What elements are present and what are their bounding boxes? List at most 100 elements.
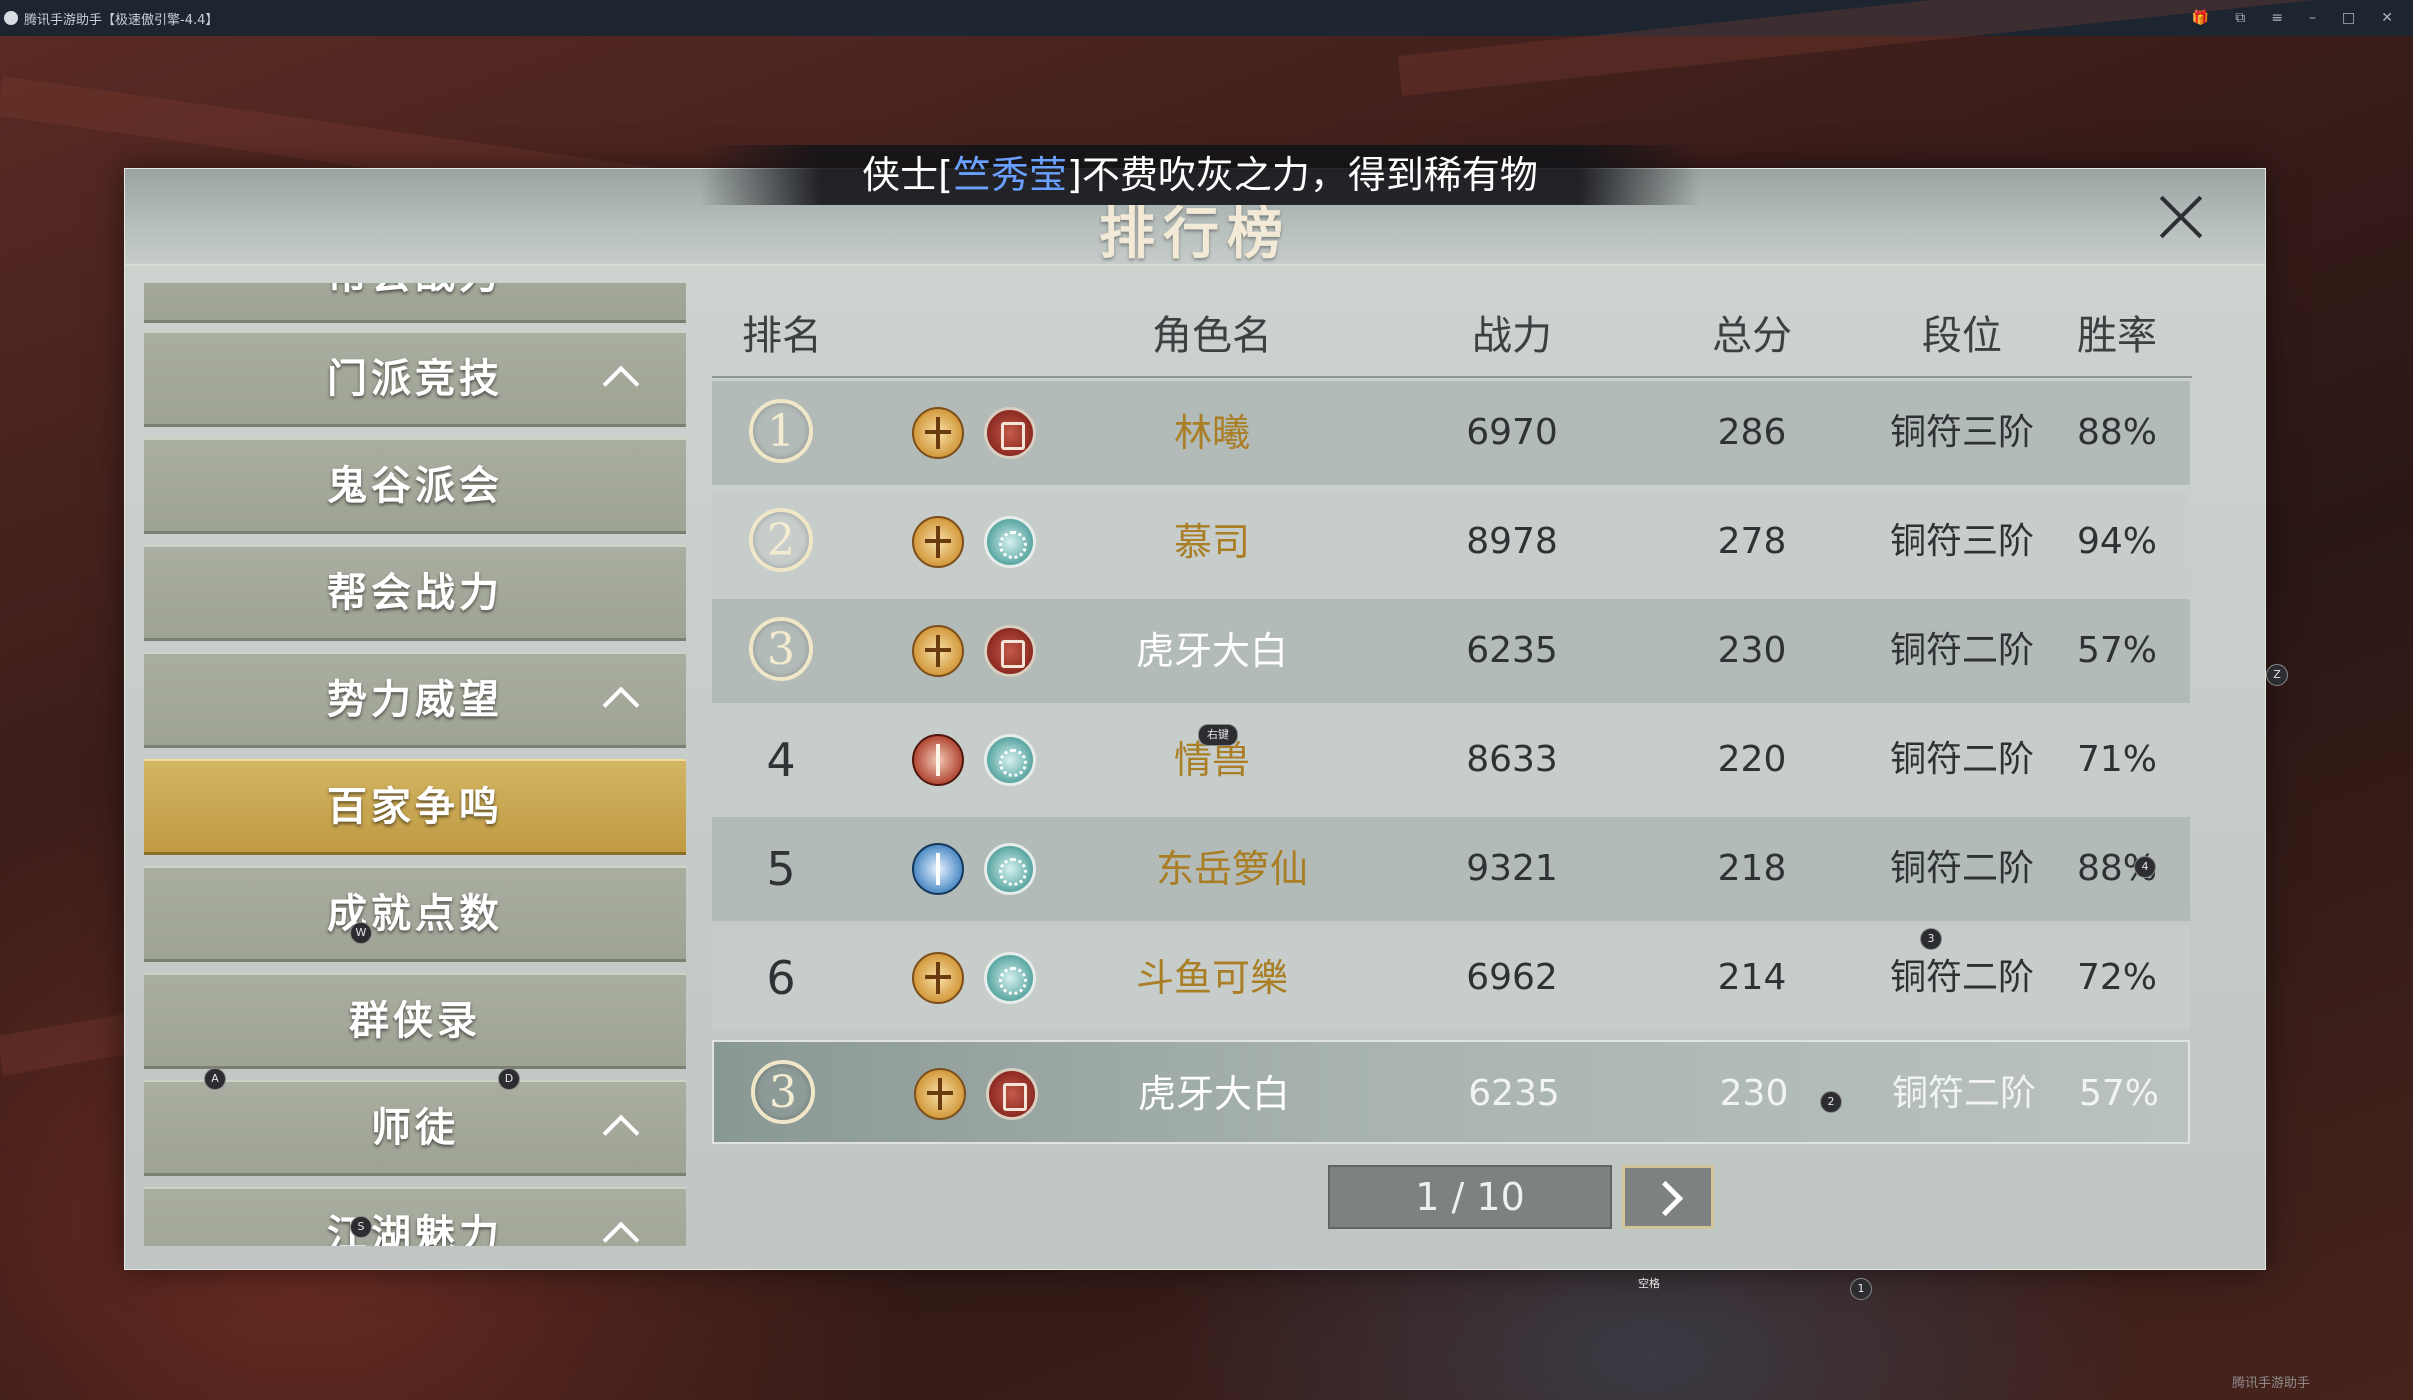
tier-value: 铜符二阶 — [1889, 957, 2034, 998]
rank-medal: 3 — [749, 617, 813, 681]
header-score: 总分 — [1712, 313, 1792, 359]
key-hint-badge: A — [204, 1068, 226, 1090]
key-hint-badge: 3 — [1920, 928, 1942, 950]
faction-seal-icon — [984, 843, 1036, 895]
player-name[interactable]: 东岳箩仙 — [1072, 817, 1392, 921]
key-hint-badge: 1 — [1850, 1278, 1872, 1300]
faction-seal-icon — [984, 407, 1036, 459]
winrate-value: 88% — [2076, 412, 2157, 453]
chevron-up-icon — [602, 1114, 640, 1152]
chevron-up-icon — [602, 1221, 640, 1246]
key-hint-badge: S — [350, 1216, 372, 1238]
school-emblem-icon — [912, 407, 964, 459]
score-value: 214 — [1717, 957, 1787, 998]
category-sidebar[interactable]: 帮会战力 门派竞技 鬼谷派会 帮会战力 势力威望 百家争鸣 成就点数 群侠录 师… — [144, 283, 686, 1246]
header-winrate: 胜率 — [2077, 313, 2157, 359]
header-power: 战力 — [1472, 313, 1552, 359]
faction-seal-icon — [984, 625, 1036, 677]
table-row[interactable]: 2 慕司 8978 278 铜符三阶 94% — [712, 490, 2190, 594]
sidebar-item-label: 帮会战力 — [327, 283, 503, 298]
sidebar-item-label: 鬼谷派会 — [327, 462, 503, 509]
chevron-up-icon — [602, 365, 640, 403]
rank-number: 4 — [766, 733, 796, 787]
sidebar-item-hundred-schools[interactable]: 百家争鸣 — [144, 759, 686, 855]
minimize-icon[interactable]: – — [2309, 10, 2316, 26]
player-name[interactable]: 斗鱼可樂 — [1052, 926, 1372, 1030]
score-value: 218 — [1717, 848, 1787, 889]
school-emblem-icon — [912, 734, 964, 786]
table-row[interactable]: 1 林曦 6970 286 铜符三阶 88% — [712, 381, 2190, 485]
player-name[interactable]: 虎牙大白 — [1054, 1042, 1374, 1146]
tier-value: 铜符二阶 — [1889, 630, 2034, 671]
power-value: 8978 — [1466, 521, 1558, 562]
score-value: 278 — [1717, 521, 1787, 562]
power-value: 6235 — [1466, 630, 1558, 671]
table-row[interactable]: 5 东岳箩仙 9321 218 铜符二阶 88% — [712, 817, 2190, 921]
maximize-icon[interactable]: □ — [2342, 10, 2355, 26]
rank-medal: 3 — [751, 1060, 815, 1124]
faction-seal-icon — [986, 1068, 1038, 1120]
header-tier: 段位 — [1922, 313, 2002, 359]
window-title: 腾讯手游助手【极速傲引擎-4.4】 — [24, 12, 219, 28]
header-name: 角色名 — [1152, 313, 1272, 359]
sidebar-item-guigu[interactable]: 鬼谷派会 — [144, 438, 686, 534]
winrate-value: 72% — [2076, 957, 2157, 998]
power-value: 9321 — [1466, 848, 1558, 889]
table-row[interactable]: 6 斗鱼可樂 6962 214 铜符二阶 72% — [712, 926, 2190, 1030]
key-hint-badge: 右键 — [1198, 724, 1238, 746]
my-rank-row[interactable]: 3 虎牙大白 6235 230 铜符二阶 57% — [712, 1040, 2190, 1144]
notice-banner: 侠士[竺秀莹]不费吹灰之力，得到稀有物 — [700, 145, 1700, 205]
close-window-icon[interactable]: ✕ — [2381, 10, 2393, 26]
header-rank: 排名 — [742, 313, 822, 359]
player-name[interactable]: 虎牙大白 — [1052, 599, 1372, 703]
faction-seal-icon — [984, 734, 1036, 786]
sidebar-item-achievement-points[interactable]: 成就点数 — [144, 866, 686, 962]
sidebar-item-label: 百家争鸣 — [327, 783, 503, 830]
power-value: 8633 — [1466, 739, 1558, 780]
school-emblem-icon — [914, 1068, 966, 1120]
school-emblem-icon — [912, 843, 964, 895]
school-emblem-icon — [912, 625, 964, 677]
school-emblem-icon — [912, 516, 964, 568]
screenshot-icon[interactable]: ⧉ — [2235, 10, 2245, 26]
tier-value: 铜符三阶 — [1889, 412, 2034, 453]
rank-number: 6 — [766, 951, 796, 1005]
sidebar-item-label: 势力威望 — [327, 676, 503, 723]
banner-prefix: 侠士[ — [862, 153, 953, 197]
key-hint-badge: D — [498, 1068, 520, 1090]
next-page-button[interactable] — [1622, 1165, 1714, 1229]
sidebar-item-faction-prestige[interactable]: 势力威望 — [144, 652, 686, 748]
player-name[interactable]: 慕司 — [1052, 490, 1372, 594]
menu-icon[interactable]: ≡ — [2271, 10, 2283, 26]
close-button[interactable] — [2155, 191, 2207, 243]
sidebar-item-label: 群侠录 — [349, 997, 481, 1044]
sidebar-item-guild-power[interactable]: 帮会战力 — [144, 545, 686, 641]
tier-value: 铜符二阶 — [1891, 1073, 2036, 1114]
sidebar-item-guild-power-top[interactable]: 帮会战力 — [144, 283, 686, 323]
sidebar-item-label: 门派竞技 — [327, 355, 503, 402]
sidebar-item-jianghu-charm[interactable]: 江湖魅力 — [144, 1187, 686, 1246]
winrate-value: 57% — [2076, 630, 2157, 671]
rank-medal: 2 — [749, 508, 813, 572]
key-hint-badge: 4 — [2134, 856, 2156, 878]
key-hint-badge: 2 — [1820, 1091, 1842, 1113]
rank-medal: 1 — [749, 399, 813, 463]
sidebar-item-label: 帮会战力 — [327, 569, 503, 616]
sidebar-item-label: 师徒 — [371, 1104, 459, 1151]
winrate-value: 71% — [2076, 739, 2157, 780]
winrate-value: 57% — [2078, 1073, 2159, 1114]
winrate-value: 94% — [2076, 521, 2157, 562]
school-emblem-icon — [912, 952, 964, 1004]
banner-player-name[interactable]: 竺秀莹 — [953, 153, 1067, 197]
watermark: 腾讯手游助手 — [2232, 1376, 2311, 1391]
table-header: 排名 角色名 战力 总分 段位 胜率 — [712, 298, 2192, 378]
table-row[interactable]: 4 情兽 8633 220 铜符二阶 71% — [712, 708, 2190, 812]
sidebar-item-sect-arena[interactable]: 门派竞技 — [144, 331, 686, 427]
key-hint-badge: W — [350, 922, 372, 944]
player-name[interactable]: 林曦 — [1052, 381, 1372, 485]
sidebar-item-mentorship[interactable]: 师徒 — [144, 1080, 686, 1176]
rank-number: 5 — [766, 842, 796, 896]
sidebar-item-heroes-record[interactable]: 群侠录 — [144, 973, 686, 1069]
table-row[interactable]: 3 虎牙大白 6235 230 铜符二阶 57% — [712, 599, 2190, 703]
tier-value: 铜符三阶 — [1889, 521, 2034, 562]
